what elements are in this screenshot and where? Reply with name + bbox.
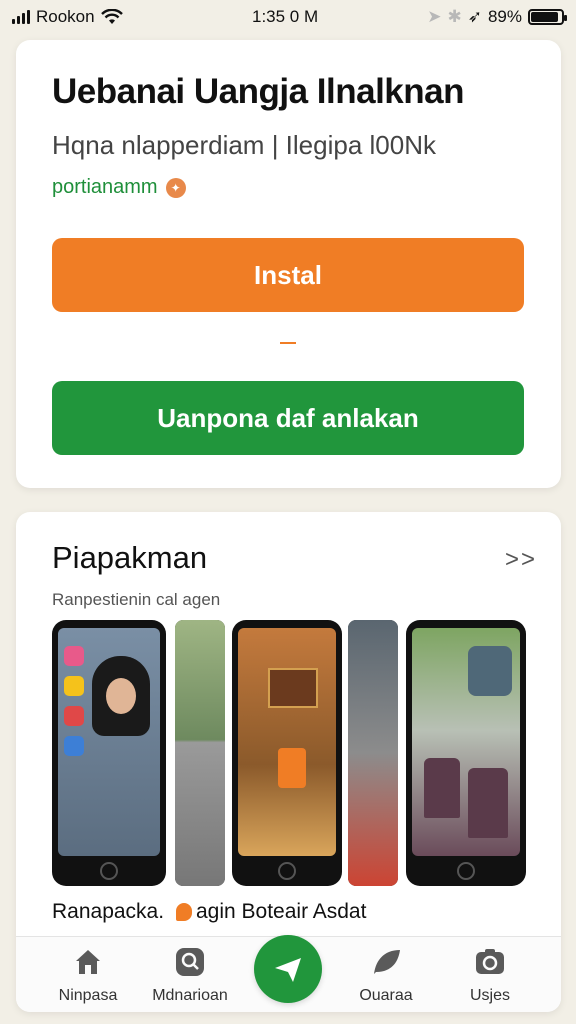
nav-label: Ouaraa (359, 987, 413, 1004)
bluetooth-icon: ✱ (447, 7, 462, 26)
shop-sign-image (268, 668, 318, 708)
developer-name[interactable]: portianamm (52, 176, 158, 199)
signal-icon (12, 10, 30, 24)
send-icon (275, 958, 301, 982)
home-button-icon (457, 862, 475, 880)
nav-label: Ninpasa (58, 987, 118, 1004)
section-caption: Ranpestienin cal agen (52, 590, 221, 609)
screenshot-4[interactable] (348, 620, 398, 886)
battery-fill (531, 12, 558, 22)
camera-icon (473, 945, 507, 979)
portrait-image (92, 656, 150, 736)
app-icon (64, 676, 84, 696)
app-icon (64, 736, 84, 756)
bottom-nav: Ninpasa Mdnarioan Ouaraa Usjes (16, 935, 561, 1012)
open-button[interactable]: Uanpona daf anlakan (52, 381, 524, 455)
leaf-icon (369, 945, 403, 979)
screenshot-5-screen (412, 628, 520, 856)
nav-item-home[interactable]: Ninpasa (38, 945, 138, 1005)
screenshot-4-screen (348, 620, 398, 886)
app-card: Uebanai Uangja Ilnalknan Hqna nlapperdia… (16, 40, 561, 488)
status-right: ➤ ✱ ➶ 89% (427, 7, 567, 27)
wifi-icon (100, 9, 123, 24)
more-chevron-icon[interactable]: >> (505, 546, 537, 574)
battery-icon (528, 9, 567, 25)
app-icon (64, 646, 84, 666)
nav-label: Usjes (469, 987, 510, 1004)
app-icons (64, 646, 84, 756)
status-left: Rookon (12, 7, 123, 27)
person-figure-image (424, 758, 460, 818)
developer-badge-icon: ✦ (165, 177, 186, 198)
screenshot-1-screen (58, 628, 160, 856)
child-figure-image (278, 748, 306, 788)
screenshot-3[interactable] (232, 620, 342, 886)
screenshot-label-2: agin Boteair Asdat (196, 900, 367, 923)
status-time: 1:35 0 M (252, 7, 319, 26)
screenshot-carousel[interactable] (52, 620, 532, 886)
nav-item-camera[interactable]: Usjes (440, 945, 540, 1005)
nav-label: Mdnarioan (152, 987, 228, 1004)
divider (280, 342, 296, 344)
screenshot-3-screen (238, 628, 336, 856)
screenshot-label-1: Ranapacka. (52, 900, 165, 923)
screenshot-2-screen (175, 620, 225, 886)
developer-row[interactable]: portianamm ✦ (52, 176, 186, 199)
home-button-icon (278, 862, 296, 880)
screenshot-5[interactable] (406, 620, 526, 886)
navigation-icon: ➶ (467, 7, 482, 26)
nav-item-leaf[interactable]: Ouaraa (336, 945, 436, 1005)
send-button[interactable] (254, 935, 322, 1003)
carrier-name: Rookon (36, 7, 95, 26)
home-button-icon (100, 862, 118, 880)
battery-percent: 89% (487, 7, 522, 26)
chat-icon (176, 903, 192, 921)
app-subtitle: Hqna nlapperdiam | Ilegipa l00Nk (52, 130, 436, 160)
home-icon (71, 945, 105, 979)
person-figure-image (468, 646, 512, 696)
nav-item-search[interactable]: Mdnarioan (140, 945, 240, 1005)
location-icon: ➤ (427, 7, 442, 26)
person-figure-image (468, 768, 508, 838)
screenshot-2[interactable] (175, 620, 225, 886)
screenshot-1[interactable] (52, 620, 166, 886)
search-icon (173, 945, 207, 979)
status-bar: Rookon 1:35 0 M ➤ ✱ ➶ 89% (0, 0, 576, 34)
install-button[interactable]: Instal (52, 238, 524, 312)
section-title: Piapakman (52, 540, 208, 575)
app-title: Uebanai Uangja Ilnalknan (52, 72, 465, 111)
app-icon (64, 706, 84, 726)
screenshot-label-2-row: agin Boteair Asdat (176, 900, 366, 924)
